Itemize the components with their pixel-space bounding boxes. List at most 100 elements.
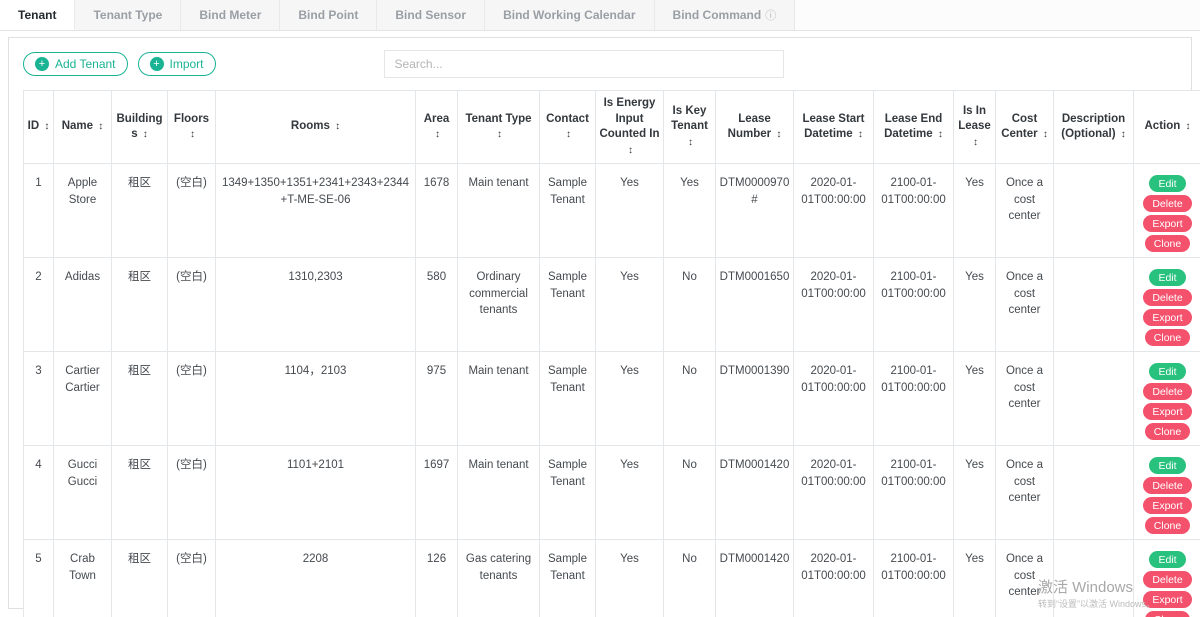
cell-buildings: 租区 <box>112 352 168 446</box>
column-label: Lease Number <box>728 113 775 141</box>
tab-tenant-type[interactable]: Tenant Type <box>75 0 181 30</box>
column-header-is-energy-input-counted-in[interactable]: Is Energy Input Counted In ↕ <box>596 91 664 164</box>
delete-button[interactable]: Delete <box>1143 289 1191 306</box>
cell-description <box>1054 540 1134 617</box>
sort-icon: ↕ <box>497 129 502 140</box>
action-buttons: Edit Delete Export Clone <box>1137 363 1198 440</box>
column-header-description-optional[interactable]: Description (Optional) ↕ <box>1054 91 1134 164</box>
search-input[interactable] <box>384 50 784 78</box>
column-label: Buildings <box>117 113 163 141</box>
sort-icon: ↕ <box>566 129 571 140</box>
cell-name: Gucci Gucci <box>54 446 112 540</box>
delete-button[interactable]: Delete <box>1143 571 1191 588</box>
cell-area: 1678 <box>416 164 458 258</box>
clone-button[interactable]: Clone <box>1145 423 1190 440</box>
table-row: 2Adidas租区(空白)1310,2303580Ordinary commer… <box>24 258 1200 352</box>
edit-button[interactable]: Edit <box>1149 269 1185 286</box>
column-label: Lease Start Datetime <box>802 113 864 141</box>
column-header-cost-center[interactable]: Cost Center ↕ <box>996 91 1054 164</box>
delete-button[interactable]: Delete <box>1143 477 1191 494</box>
tab-bind-sensor[interactable]: Bind Sensor <box>377 0 485 30</box>
sort-icon: ↕ <box>628 145 633 156</box>
column-label: Is Energy Input Counted In <box>599 97 659 140</box>
cell-lease-number: DTM0001650 <box>716 258 794 352</box>
column-header-name[interactable]: Name ↕ <box>54 91 112 164</box>
cell-cost-center: Once a cost center <box>996 164 1054 258</box>
column-header-lease-number[interactable]: Lease Number ↕ <box>716 91 794 164</box>
import-button[interactable]: + Import <box>138 52 216 76</box>
edit-button[interactable]: Edit <box>1149 363 1185 380</box>
cell-is-key-tenant: Yes <box>664 164 716 258</box>
export-button[interactable]: Export <box>1143 497 1191 514</box>
cell-contact: Sample Tenant <box>540 540 596 617</box>
tab-bind-meter[interactable]: Bind Meter <box>181 0 280 30</box>
column-header-buildings[interactable]: Buildings ↕ <box>112 91 168 164</box>
cell-tenant-type: Gas catering tenants <box>458 540 540 617</box>
column-header-rooms[interactable]: Rooms ↕ <box>216 91 416 164</box>
cell-floors: (空白) <box>168 446 216 540</box>
cell-rooms: 1101+2101 <box>216 446 416 540</box>
cell-description <box>1054 258 1134 352</box>
column-header-is-key-tenant[interactable]: Is Key Tenant ↕ <box>664 91 716 164</box>
cell-is-energy-input-counted-in: Yes <box>596 446 664 540</box>
cell-action: Edit Delete Export Clone <box>1134 164 1200 258</box>
add-tenant-button[interactable]: + Add Tenant <box>23 52 128 76</box>
column-header-area[interactable]: Area ↕ <box>416 91 458 164</box>
cell-is-energy-input-counted-in: Yes <box>596 540 664 617</box>
cell-is-in-lease: Yes <box>954 164 996 258</box>
export-button[interactable]: Export <box>1143 591 1191 608</box>
delete-button[interactable]: Delete <box>1143 195 1191 212</box>
table-row: 3Cartier Cartier租区(空白)1104，2103975Main t… <box>24 352 1200 446</box>
edit-button[interactable]: Edit <box>1149 175 1185 192</box>
column-label: Contact <box>546 113 589 125</box>
clone-button[interactable]: Clone <box>1145 235 1190 252</box>
content-card: + Add Tenant + Import ID ↕Name ↕Building… <box>8 37 1192 609</box>
tab-bind-working-calendar[interactable]: Bind Working Calendar <box>485 0 654 30</box>
column-header-floors[interactable]: Floors ↕ <box>168 91 216 164</box>
tab-tenant[interactable]: Tenant <box>0 0 75 30</box>
cell-contact: Sample Tenant <box>540 258 596 352</box>
cell-contact: Sample Tenant <box>540 352 596 446</box>
tab-bind-command[interactable]: Bind Commandⓘ <box>655 0 796 30</box>
column-header-tenant-type[interactable]: Tenant Type ↕ <box>458 91 540 164</box>
column-header-action[interactable]: Action ↕ <box>1134 91 1200 164</box>
cell-description <box>1054 164 1134 258</box>
clone-button[interactable]: Clone <box>1145 517 1190 534</box>
sort-icon: ↕ <box>858 129 863 140</box>
sort-icon: ↕ <box>435 129 440 140</box>
column-header-lease-start-datetime[interactable]: Lease Start Datetime ↕ <box>794 91 874 164</box>
cell-is-energy-input-counted-in: Yes <box>596 164 664 258</box>
edit-button[interactable]: Edit <box>1149 551 1185 568</box>
clone-button[interactable]: Clone <box>1145 329 1190 346</box>
column-label: Is Key Tenant <box>671 105 708 133</box>
action-buttons: Edit Delete Export Clone <box>1137 551 1198 617</box>
column-header-id[interactable]: ID ↕ <box>24 91 54 164</box>
cell-id: 5 <box>24 540 54 617</box>
column-label: Lease End Datetime <box>884 113 942 141</box>
export-button[interactable]: Export <box>1143 403 1191 420</box>
cell-action: Edit Delete Export Clone <box>1134 540 1200 617</box>
tab-label: Tenant Type <box>93 8 162 22</box>
sort-icon: ↕ <box>1185 121 1190 132</box>
cell-lease-number: DTM0000970# <box>716 164 794 258</box>
clone-button[interactable]: Clone <box>1145 611 1190 617</box>
cell-cost-center: Once a cost center <box>996 540 1054 617</box>
cell-lease-end-datetime: 2100-01-01T00:00:00 <box>874 446 954 540</box>
edit-button[interactable]: Edit <box>1149 457 1185 474</box>
tab-label: Bind Sensor <box>395 8 466 22</box>
cell-lease-start-datetime: 2020-01-01T00:00:00 <box>794 540 874 617</box>
column-header-is-in-lease[interactable]: Is In Lease ↕ <box>954 91 996 164</box>
column-header-lease-end-datetime[interactable]: Lease End Datetime ↕ <box>874 91 954 164</box>
cell-lease-number: DTM0001420 <box>716 540 794 617</box>
info-icon: ⓘ <box>765 7 776 23</box>
export-button[interactable]: Export <box>1143 215 1191 232</box>
export-button[interactable]: Export <box>1143 309 1191 326</box>
cell-lease-number: DTM0001420 <box>716 446 794 540</box>
column-header-contact[interactable]: Contact ↕ <box>540 91 596 164</box>
tab-bind-point[interactable]: Bind Point <box>280 0 377 30</box>
cell-is-in-lease: Yes <box>954 540 996 617</box>
plus-icon: + <box>35 57 49 71</box>
delete-button[interactable]: Delete <box>1143 383 1191 400</box>
add-tenant-label: Add Tenant <box>55 57 116 71</box>
tab-label: Bind Meter <box>199 8 261 22</box>
